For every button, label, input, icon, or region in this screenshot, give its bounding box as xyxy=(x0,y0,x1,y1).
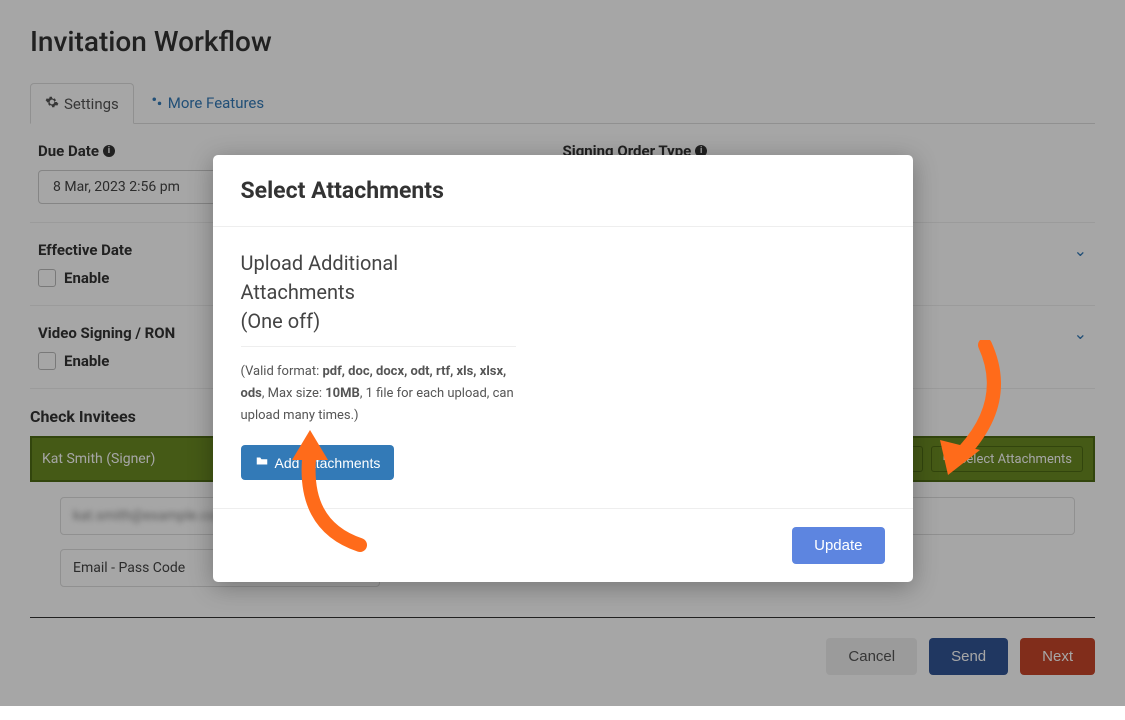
add-attachments-button[interactable]: Add Attachments xyxy=(241,445,395,480)
select-attachments-modal: Select Attachments Upload Additional Att… xyxy=(213,155,913,582)
modal-title: Select Attachments xyxy=(241,177,885,204)
update-button[interactable]: Update xyxy=(792,527,884,564)
upload-hint: (Valid format: pdf, doc, docx, odt, rtf,… xyxy=(241,361,516,427)
folder-open-icon xyxy=(255,454,269,471)
modal-overlay: Select Attachments Upload Additional Att… xyxy=(0,0,1125,706)
upload-attachments-heading: Upload Additional Attachments (One off) xyxy=(241,249,516,347)
